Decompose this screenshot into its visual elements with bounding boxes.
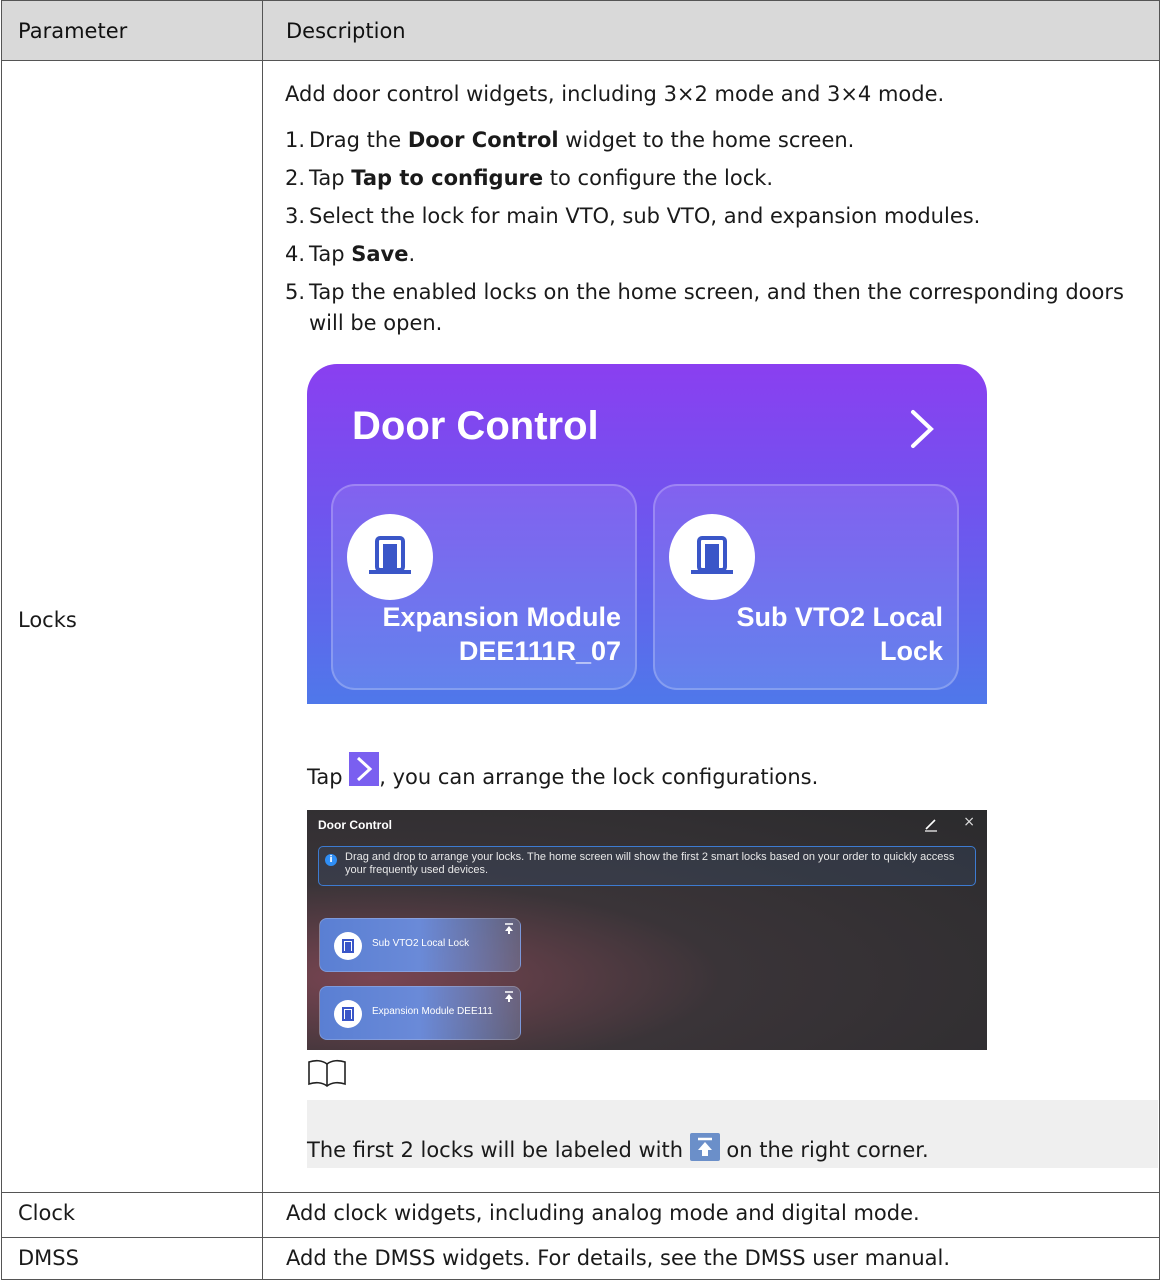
panel-title: Door Control — [318, 818, 392, 832]
edit-icon[interactable] — [923, 816, 939, 832]
door-control-panel: Door Control × i Drag and drop to arrang… — [307, 810, 987, 1050]
lock-item[interactable]: Expansion Module DEE111 — [319, 986, 521, 1040]
card1-line1: Expansion Module — [382, 602, 621, 632]
chevron-right-icon — [911, 410, 934, 448]
lock-card-expansion: Expansion Module DEE111R_07 — [331, 484, 637, 690]
lock-item-label: Sub VTO2 Local Lock — [372, 938, 470, 949]
info-banner: i Drag and drop to arrange your locks. T… — [318, 846, 976, 886]
lock-item-label: Expansion Module DEE111 — [372, 1006, 493, 1017]
info-icon: i — [325, 854, 337, 866]
door-icon — [669, 514, 755, 600]
info-text: Drag and drop to arrange your locks. The… — [345, 851, 955, 876]
door-icon — [334, 932, 362, 960]
step-item: 5. Tap the enabled locks on the home scre… — [285, 280, 1124, 335]
step-item: 1. Drag the Door Control widget to the ho… — [285, 128, 855, 152]
chevron-right-icon — [349, 752, 380, 786]
param-locks: Locks — [18, 608, 77, 632]
param-dmss: DMSS — [18, 1246, 79, 1270]
card2-line2: Lock — [879, 636, 943, 666]
note-box: The first 2 locks will be labeled with o… — [307, 1100, 1158, 1168]
book-icon — [308, 1059, 346, 1088]
locks-steps: 1. Drag the Door Control widget to the ho… — [285, 125, 1145, 346]
locks-intro: Add door control widgets, including 3×2 … — [285, 82, 945, 106]
note-text: The first 2 locks will be labeled with o… — [307, 1133, 929, 1162]
tap-arrange-text: Tap , you can arrange the lock configura… — [307, 752, 818, 789]
step-item: 4. Tap Save. — [285, 242, 416, 266]
header-description: Description — [286, 19, 406, 43]
step-item: 2. Tap Tap to configure to configure the … — [285, 166, 774, 190]
card1-line2: DEE111R_07 — [458, 636, 621, 666]
widget-title: Door Control — [352, 404, 599, 448]
param-clock: Clock — [18, 1201, 76, 1225]
column-divider — [262, 1, 263, 1279]
lock-card-sub-vto2: Sub VTO2 Local Lock — [653, 484, 959, 690]
pin-top-icon[interactable] — [503, 923, 515, 935]
step-item: 3. Select the lock for main VTO, sub VTO,… — [285, 204, 981, 228]
row-divider — [2, 1192, 1159, 1193]
pin-top-icon — [689, 1133, 720, 1161]
header-parameter: Parameter — [18, 19, 128, 43]
table-header: Parameter Description — [2, 1, 1159, 61]
close-icon[interactable]: × — [963, 814, 975, 830]
door-icon — [334, 1000, 362, 1028]
lock-item[interactable]: Sub VTO2 Local Lock — [319, 918, 521, 972]
desc-dmss: Add the DMSS widgets. For details, see t… — [286, 1246, 951, 1270]
pin-top-icon[interactable] — [503, 991, 515, 1003]
door-icon — [347, 514, 433, 600]
door-control-widget: Door Control Expansion Module DEE111R_07… — [307, 364, 987, 704]
desc-clock: Add clock widgets, including analog mode… — [286, 1201, 920, 1225]
row-divider — [2, 1237, 1159, 1238]
card2-line1: Sub VTO2 Local — [736, 602, 943, 632]
